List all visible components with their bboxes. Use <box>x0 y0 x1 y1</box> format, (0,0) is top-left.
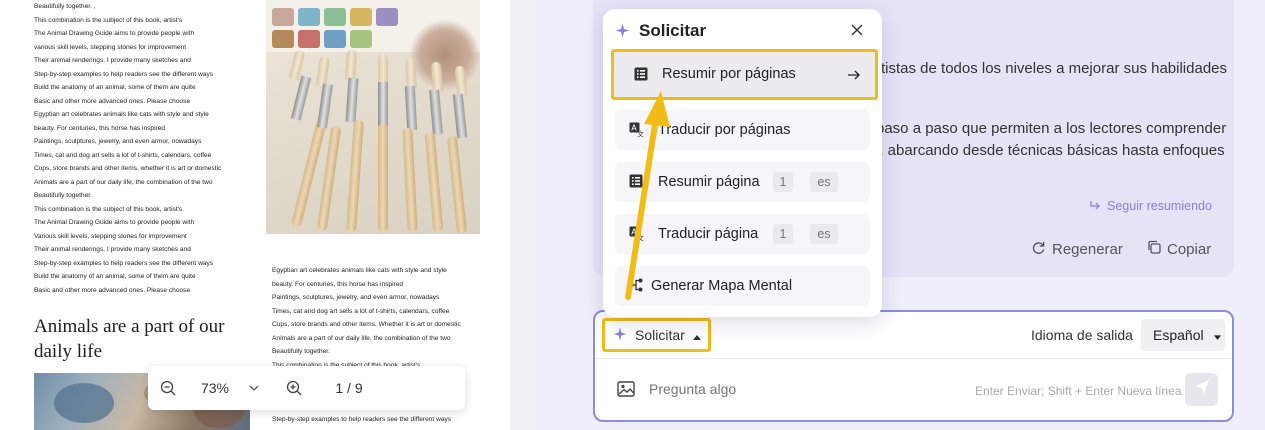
pdf-text-line: Paintings, sculptures, jewelry, and even… <box>272 294 440 301</box>
pdf-text-line: various skill levels, stepping stones fo… <box>34 43 187 51</box>
menu-item-translate-by-pages[interactable]: A文 Traducir por páginas <box>615 110 870 150</box>
zoom-in-icon[interactable] <box>266 380 322 396</box>
output-language-select[interactable]: Español <box>1141 319 1225 351</box>
menu-item-label: Traducir por páginas <box>658 122 791 138</box>
svg-text:文: 文 <box>637 130 644 138</box>
pdf-text-line: Beautifully together. <box>34 192 92 199</box>
pdf-text-line: Paintings, sculptures, jewelry, and even… <box>34 138 202 145</box>
mindmap-icon <box>629 278 643 296</box>
ask-input[interactable] <box>649 381 949 397</box>
zoom-out-icon[interactable] <box>148 380 188 396</box>
brushes-photo <box>266 0 480 234</box>
pdf-text-line: The Animal Drawing Guide aims to provide… <box>34 30 195 37</box>
keyboard-hint: Enter Enviar; Shift + Enter Nueva línea <box>975 384 1182 398</box>
prompt-menu: Solicitar Resumir por páginas A文 Traduci… <box>603 9 882 317</box>
continue-summary-link[interactable]: Seguir resumiendo <box>1089 199 1212 213</box>
pdf-text-line: Animals are a part of our daily life, th… <box>34 178 213 186</box>
copy-label: Copiar <box>1167 240 1212 258</box>
menu-item-label: Resumir por páginas <box>662 66 796 82</box>
send-button[interactable] <box>1185 373 1218 406</box>
send-icon <box>1194 379 1210 400</box>
menu-title: Solicitar <box>639 21 707 40</box>
menu-item-label: Generar Mapa Mental <box>651 278 793 294</box>
page-indicator[interactable]: 1 / 9 <box>322 380 376 396</box>
regenerate-button[interactable]: Regenerar <box>1031 240 1123 259</box>
pdf-text-line: Egyptian art celebrates animals like cat… <box>272 267 447 274</box>
language-badge[interactable]: es <box>810 172 838 192</box>
pdf-text-line: The Animal Drawing Guide aims to provide… <box>34 219 195 226</box>
arrow-right-icon <box>848 68 860 84</box>
pdf-text-line: This combination is the subject of this … <box>34 205 183 213</box>
language-badge[interactable]: es <box>810 224 838 244</box>
pdf-text-line: beauty. For centuries, this horse has in… <box>272 280 404 288</box>
menu-item-generate-mind-map[interactable]: Generar Mapa Mental <box>615 266 870 306</box>
translate-icon: A文 <box>629 122 644 141</box>
close-icon[interactable] <box>851 23 863 41</box>
pdf-text-line: Step-by-step examples to help readers se… <box>272 415 452 423</box>
pdf-text-line: Beautifully together. , <box>34 3 96 10</box>
copy-icon <box>1147 240 1161 258</box>
pdf-text-line: Times, cat and dog art sells a lot of t-… <box>34 151 212 159</box>
zoom-level[interactable]: 73% <box>188 380 242 396</box>
pdf-text-line: Egyptian art celebrates animals like cat… <box>34 111 209 118</box>
regenerate-icon <box>1031 240 1046 259</box>
sparkle-icon <box>613 327 627 344</box>
output-language-label: Idioma de salida <box>1031 327 1133 343</box>
menu-item-label: Resumir página <box>658 174 760 190</box>
pdf-text-line: Times, cat and dog art sells a lot of t-… <box>272 307 450 315</box>
output-language-value: Español <box>1153 327 1204 343</box>
chat-input-box: Solicitar Idioma de salida Español Enter… <box>593 310 1234 422</box>
continue-icon <box>1089 199 1101 213</box>
pdf-text-line: Step-by-step examples to help readers se… <box>34 70 214 78</box>
pdf-viewer: Beautifully together. , This combination … <box>0 0 510 430</box>
pane-divider <box>510 0 536 430</box>
prompt-button[interactable]: Solicitar <box>602 318 711 352</box>
caret-down-icon <box>1213 327 1221 343</box>
list-icon <box>634 67 648 85</box>
pdf-text-line: Their animal renderings. I provide many … <box>34 246 191 253</box>
pdf-text-line: Basic and other more advanced ones. Plea… <box>34 97 191 105</box>
response-line-2: paso a paso que permiten a los lectores … <box>876 120 1227 137</box>
zoom-toolbar: 73% 1 / 9 <box>148 366 465 410</box>
svg-text:文: 文 <box>637 234 644 242</box>
response-line-3: l, abarcando desde técnicas básicas hast… <box>876 142 1225 159</box>
page-number-badge[interactable]: 1 <box>773 224 793 244</box>
pdf-text-line: Cups, store brands and other items, whet… <box>34 165 222 172</box>
pdf-text-line: Basic and other more advanced ones. Plea… <box>34 286 191 294</box>
regenerate-label: Regenerar <box>1052 241 1123 258</box>
translate-icon: A文 <box>629 226 644 245</box>
pdf-text-line: Various skill levels, stepping stones fo… <box>34 232 187 240</box>
chevron-down-icon[interactable] <box>242 385 266 391</box>
pdf-text-line: Their animal renderings. I provide many … <box>34 57 191 64</box>
pdf-text-line: Build the anatomy of an animal, some of … <box>34 273 196 280</box>
pdf-text-line: This combination is the subject of this … <box>34 16 183 24</box>
pdf-text-line: Animals are a part of our daily life, th… <box>272 334 451 342</box>
menu-item-label: Traducir página <box>658 226 759 242</box>
pdf-heading: Animals are a part of our daily life <box>34 316 225 362</box>
continue-label: Seguir resumiendo <box>1107 199 1212 213</box>
list-icon <box>629 174 643 192</box>
pdf-text-line: Step-by-step examples to help readers se… <box>34 259 214 267</box>
copy-button[interactable]: Copiar <box>1147 240 1211 258</box>
pdf-text-line: beauty. For centuries, this horse has in… <box>34 124 166 132</box>
caret-up-icon <box>692 327 701 343</box>
pdf-text-line: Build the anatomy of an animal, some of … <box>34 84 196 91</box>
response-line-1: rtistas de todos los niveles a mejorar s… <box>876 60 1228 77</box>
image-icon[interactable] <box>617 381 635 402</box>
menu-item-translate-page[interactable]: A文 Traducir página 1 es <box>615 214 870 254</box>
pdf-text-line: Cups, store brands and other items. Whet… <box>272 321 461 328</box>
menu-item-summarize-by-pages[interactable]: Resumir por páginas <box>611 49 878 100</box>
menu-item-summarize-page[interactable]: Resumir página 1 es <box>615 162 870 202</box>
prompt-button-label: Solicitar <box>635 327 685 343</box>
sparkle-icon <box>615 23 630 43</box>
pdf-text-line: Beautifully together. <box>272 348 330 355</box>
pdf-text-column-left: Beautifully together. , This combination … <box>34 0 221 297</box>
page-number-badge[interactable]: 1 <box>773 172 793 192</box>
